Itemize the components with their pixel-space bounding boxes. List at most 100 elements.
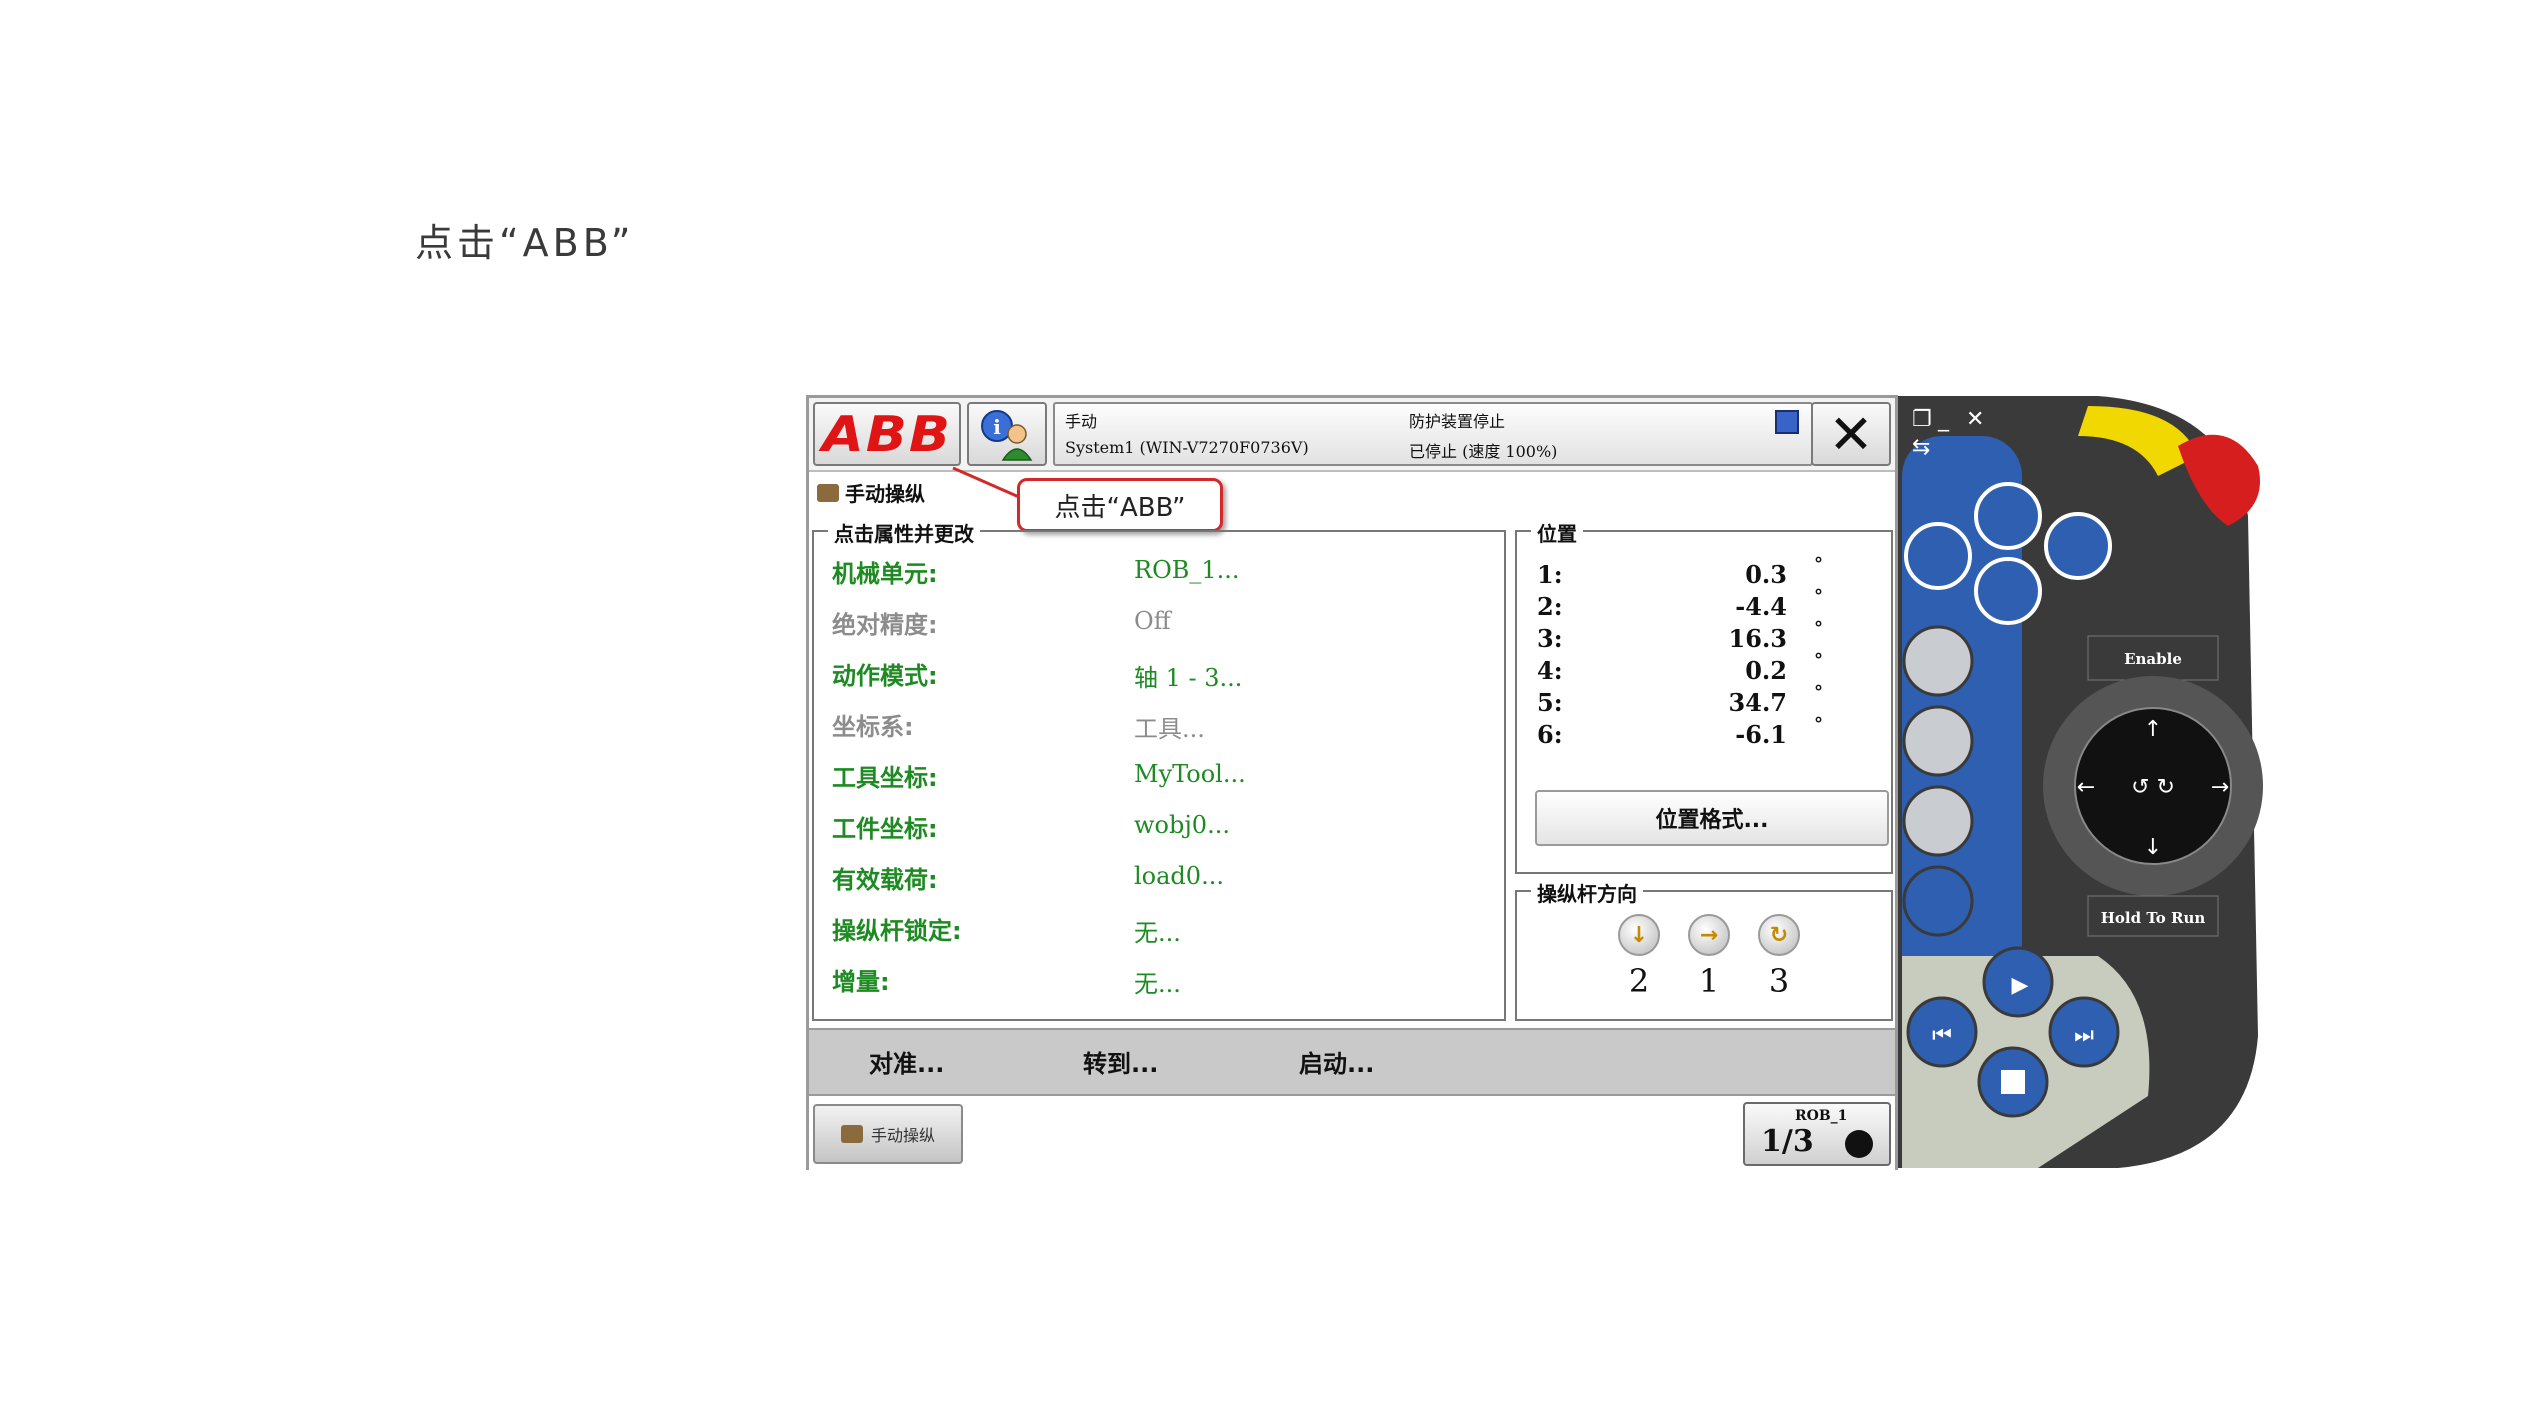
prop-label: 动作模式: — [832, 662, 938, 690]
jogging-title-text: 手动操纵 — [845, 482, 925, 506]
prop-row-tool[interactable]: 工具坐标: MyTool... — [832, 758, 1492, 798]
quickset-fraction: 1/3 — [1761, 1124, 1814, 1159]
info-user-icon: i — [981, 410, 1033, 461]
quickset-button[interactable]: ROB_1 1/3 — [1743, 1102, 1891, 1166]
axis-value: 16.3 — [1728, 624, 1787, 653]
align-button[interactable]: 对准... — [869, 1044, 944, 1079]
goto-button[interactable]: 转到... — [1083, 1044, 1158, 1079]
position-format-button[interactable]: 位置格式... — [1535, 790, 1889, 846]
prop-value: 工具... — [1134, 715, 1205, 743]
prop-label: 增量: — [832, 968, 890, 996]
prop-value: 轴 1 - 3... — [1134, 664, 1243, 692]
axis-row: 4: 0.2 ° — [1537, 650, 1837, 688]
jogging-task-button[interactable]: 手动操纵 — [813, 1104, 963, 1164]
joystick-rotate-icon: ↺ ↻ — [2131, 775, 2175, 800]
callout-bubble: 点击“ABB” — [1017, 478, 1223, 532]
axis-name: 2: — [1537, 592, 1563, 621]
restore-window-icon[interactable]: ❐ — [1912, 407, 1932, 432]
top-bar: ABB i 手动 System1 (WIN-V7270F0736V) 防护装置停… — [809, 398, 1895, 472]
joystick-direction-panel: 操纵杆方向 ↓ 2 → 1 ↻ 3 — [1515, 878, 1893, 1021]
prop-label: 操纵杆锁定: — [832, 917, 962, 945]
prop-label: 机械单元: — [832, 560, 938, 588]
swap-icon[interactable]: ⇆ — [1912, 435, 1930, 460]
position-panel: 位置 1: 0.3 ° 2: -4.4 ° 3: 16.3 ° 4: 0.2 °… — [1515, 518, 1893, 874]
toggle-motion-key[interactable] — [1902, 705, 1974, 777]
mode-text: 手动 — [1065, 412, 1098, 431]
step-backward-icon: ⏮ — [1932, 1023, 1952, 1048]
toggle-axis-key[interactable] — [1902, 785, 1974, 857]
axis-unit: ° — [1814, 650, 1823, 671]
prop-row-joystick-lock[interactable]: 操纵杆锁定: 无... — [832, 911, 1492, 951]
joystick-direction-1: → 1 — [1679, 914, 1739, 1000]
jogging-title: 手动操纵 — [817, 478, 925, 507]
select-unit-key[interactable] — [1902, 625, 1974, 697]
prop-label: 绝对精度: — [832, 611, 938, 639]
axis-value: -6.1 — [1735, 720, 1787, 749]
axis-name: 6: — [1537, 720, 1563, 749]
axis-value: 0.3 — [1745, 560, 1787, 589]
prop-value: MyTool... — [1134, 760, 1246, 788]
prop-value: 无... — [1134, 970, 1181, 998]
step-forward-icon: ⏭ — [2074, 1023, 2094, 1048]
programmable-key-1[interactable] — [1974, 482, 2042, 550]
enable-label: Enable — [2124, 650, 2182, 668]
prop-value: load0... — [1134, 862, 1224, 890]
joystick-right-arrow-icon: → — [2211, 775, 2229, 800]
speed-state-text: 已停止 (速度 100%) — [1409, 442, 1558, 461]
position-legend: 位置 — [1531, 518, 1583, 547]
command-bar: 对准... 转到... 启动... — [809, 1028, 1895, 1096]
quickset-status-icon — [1845, 1130, 1873, 1158]
properties-legend: 点击属性并更改 — [828, 518, 980, 547]
prop-row-mechanical-unit[interactable]: 机械单元: ROB_1... — [832, 554, 1492, 594]
joystick-direction-number: 1 — [1698, 962, 1720, 1000]
flexpendant-screen: ABB i 手动 System1 (WIN-V7270F0736V) 防护装置停… — [806, 395, 1898, 1170]
joystick-direction-legend: 操纵杆方向 — [1531, 878, 1643, 907]
increment-key[interactable] — [1902, 865, 1974, 937]
prop-label: 坐标系: — [832, 713, 914, 741]
axis-value: 34.7 — [1728, 688, 1787, 717]
joystick-up-arrow-icon: ↑ — [2144, 717, 2162, 742]
prop-label: 工件坐标: — [832, 815, 938, 843]
minimize-window-icon[interactable]: _ — [1937, 407, 1950, 432]
axis-unit: ° — [1814, 714, 1823, 735]
status-bar[interactable]: 手动 System1 (WIN-V7270F0736V) 防护装置停止 已停止 … — [1053, 402, 1813, 466]
prop-row-coordinate-system: 坐标系: 工具... — [832, 707, 1492, 747]
joystick-down-arrow-icon: ↓ — [1618, 914, 1660, 956]
jogging-icon — [817, 483, 839, 502]
stop-icon — [2001, 1070, 2025, 1094]
close-button[interactable]: ✕ — [1811, 402, 1891, 466]
guard-stop-text: 防护装置停止 — [1409, 412, 1506, 431]
abb-logo: ABB — [821, 405, 953, 463]
page-heading: 点击“ABB” — [415, 221, 635, 265]
joystick-direction-2: ↓ 2 — [1609, 914, 1669, 1000]
abb-menu-button[interactable]: ABB — [813, 402, 961, 466]
axis-row: 5: 34.7 ° — [1537, 682, 1837, 720]
prop-value: 无... — [1134, 919, 1181, 947]
joystick-rotate-arrow-icon: ↻ — [1758, 914, 1800, 956]
axis-row: 6: -6.1 ° — [1537, 714, 1837, 752]
axis-value: 0.2 — [1745, 656, 1787, 685]
axis-name: 3: — [1537, 624, 1563, 653]
axis-name: 1: — [1537, 560, 1563, 589]
prop-row-increment[interactable]: 增量: 无... — [832, 962, 1492, 1002]
programmable-key-3[interactable] — [2044, 512, 2112, 580]
prop-row-motion-mode[interactable]: 动作模式: 轴 1 - 3... — [832, 656, 1492, 696]
svg-text:i: i — [993, 415, 1001, 439]
close-window-icon[interactable]: ✕ — [1966, 407, 1984, 432]
axis-row: 1: 0.3 ° — [1537, 554, 1837, 592]
programmable-key-2[interactable] — [1904, 522, 1972, 590]
axis-row: 3: 16.3 ° — [1537, 618, 1837, 656]
jogging-icon — [840, 1125, 863, 1143]
joystick-down-arrow-icon: ↓ — [2144, 835, 2162, 860]
joystick-direction-number: 2 — [1628, 962, 1650, 1000]
programmable-key-4[interactable] — [1974, 557, 2042, 625]
axis-unit: ° — [1814, 554, 1823, 575]
prop-row-payload[interactable]: 有效载荷: load0... — [832, 860, 1492, 900]
event-log-button[interactable]: i — [967, 402, 1047, 466]
prop-row-work-object[interactable]: 工件坐标: wobj0... — [832, 809, 1492, 849]
activate-button[interactable]: 启动... — [1299, 1044, 1374, 1079]
prop-row-absolute-accuracy: 绝对精度: Off — [832, 605, 1492, 645]
joystick-right-arrow-icon: → — [1688, 914, 1730, 956]
hold-to-run-label: Hold To Run — [2101, 909, 2206, 927]
system-text: System1 (WIN-V7270F0736V) — [1065, 438, 1309, 457]
